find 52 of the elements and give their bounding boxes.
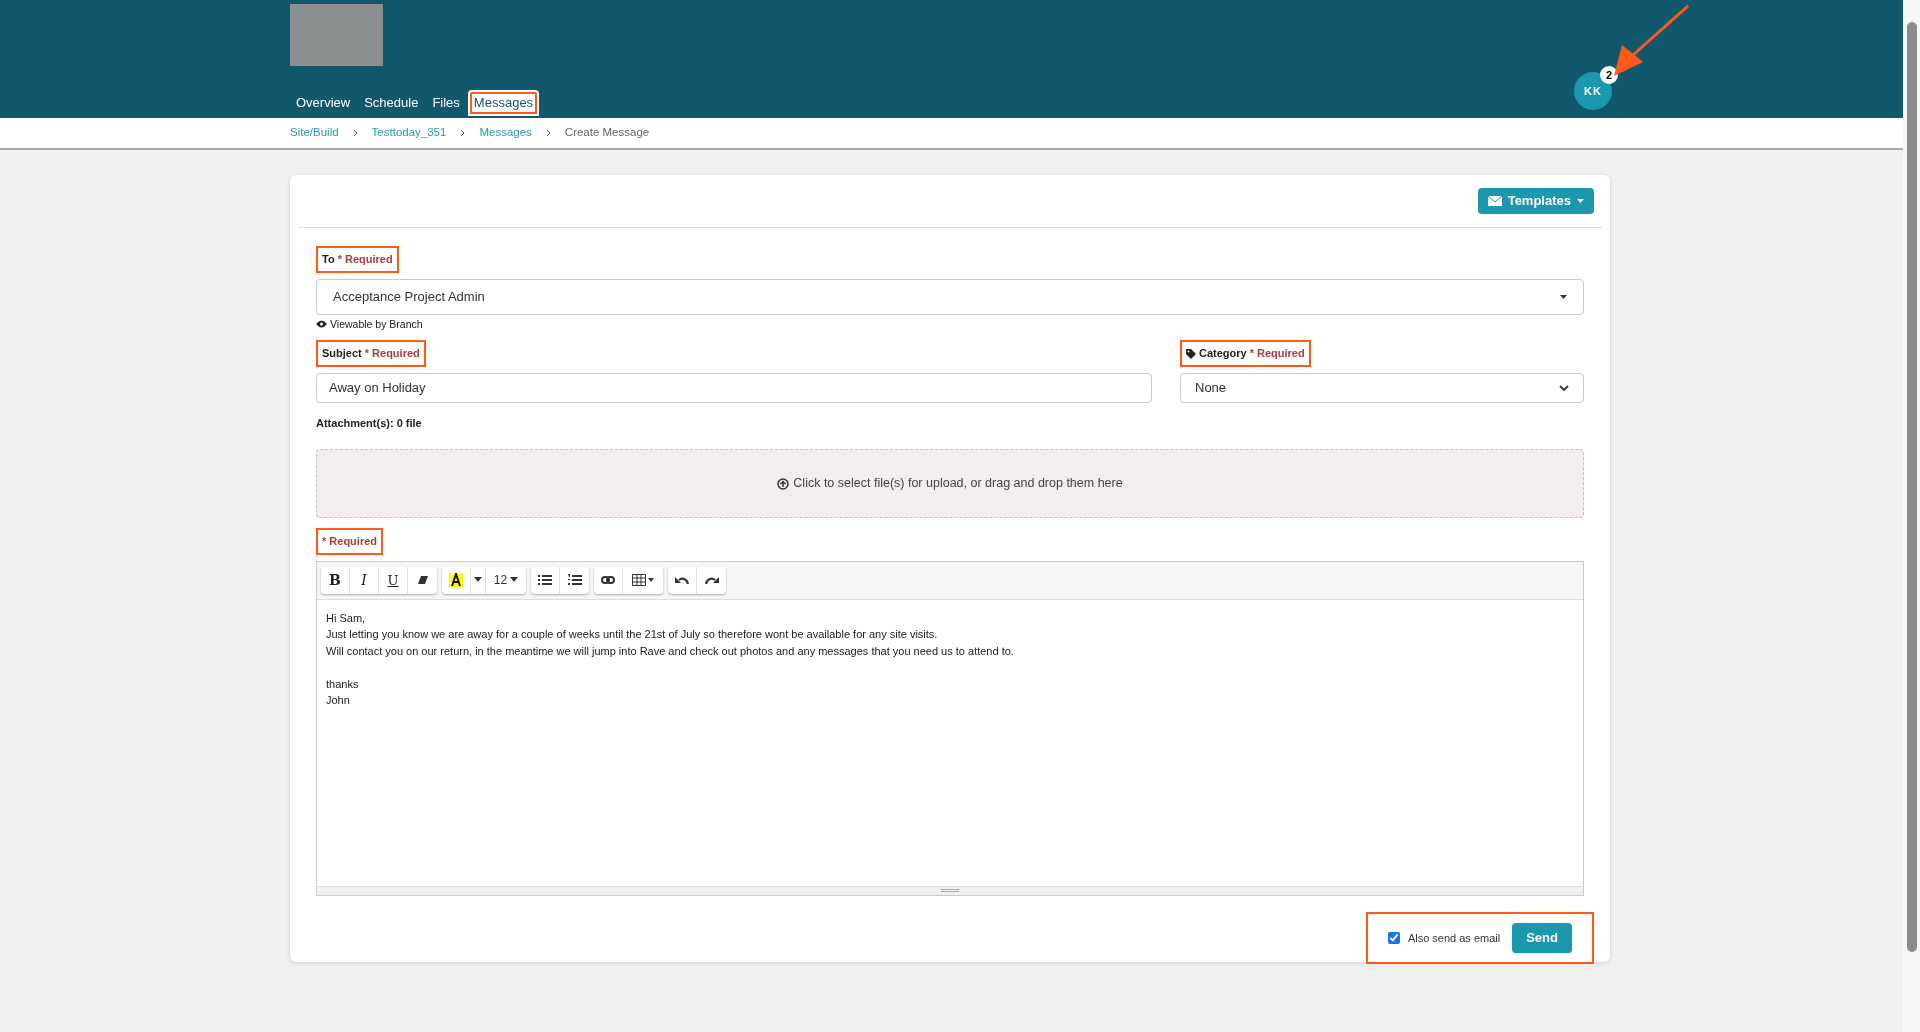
- breadcrumb-link[interactable]: Messages: [479, 124, 532, 142]
- nav-tab[interactable]: Overview: [290, 90, 357, 116]
- eye-icon: [316, 320, 327, 329]
- breadcrumb-link[interactable]: Site/Build: [290, 124, 339, 142]
- upload-icon: [777, 477, 790, 490]
- numbered-list-icon: [567, 574, 582, 587]
- text-color-icon: [449, 573, 463, 588]
- bold-button[interactable]: B: [321, 566, 350, 594]
- chevron-icon: [352, 129, 358, 137]
- link-icon: [601, 576, 615, 585]
- italic-button[interactable]: I: [350, 566, 379, 594]
- nav-tab[interactable]: Messages: [467, 90, 540, 116]
- chevron-down-icon: [1559, 384, 1569, 391]
- label-text: To: [322, 252, 335, 267]
- tag-icon: [1186, 348, 1196, 359]
- label-text: Category: [1199, 346, 1247, 362]
- required-text: * Required: [1249, 346, 1305, 362]
- caret-icon: [474, 577, 482, 584]
- message-line: Will contact you on our return, in the meantime we will jump into Rave and check out photos and any messages that you need us to attend to.: [326, 643, 1015, 659]
- required-text: * Required: [316, 528, 383, 555]
- caret-icon: [1577, 199, 1584, 203]
- breadcrumb-link[interactable]: Testtoday_351: [371, 124, 447, 142]
- caret-icon: [1560, 294, 1567, 299]
- nav-tab[interactable]: Schedule: [358, 90, 425, 116]
- chevron-icon: [545, 129, 551, 137]
- attachments-label: Attachment(s): 0 file: [316, 415, 423, 431]
- message-line: Just letting you know we are away for a couple of weeks until the 21st of July so therefore wont be available for any site visits.: [326, 627, 939, 643]
- message-line: John: [326, 693, 351, 709]
- upload-dropzone[interactable]: Click to select file(s) for upload, or drag and drop them here: [316, 449, 1584, 519]
- label-text: Subject: [322, 346, 362, 362]
- bullet-list-icon: [538, 574, 552, 587]
- undo-icon: [675, 575, 689, 586]
- underline-button[interactable]: U: [379, 566, 408, 594]
- message-line: Hi Sam,: [326, 610, 367, 626]
- redo-icon: [704, 575, 719, 586]
- message-line: thanks: [326, 676, 360, 692]
- caret-icon: [510, 577, 519, 584]
- category-select[interactable]: None: [1180, 372, 1584, 403]
- eraser-icon: [416, 574, 429, 587]
- color-dropdown-button[interactable]: [471, 566, 486, 594]
- email-checkbox[interactable]: [1387, 931, 1400, 944]
- envelope-icon: [1487, 196, 1502, 206]
- subject-field[interactable]: Away on Holiday: [316, 372, 1152, 403]
- breadcrumb-current: Create Message: [564, 125, 650, 141]
- table-icon: [632, 574, 654, 587]
- nav-tab[interactable]: Files: [426, 90, 466, 116]
- recipient-select[interactable]: Acceptance Project Admin: [316, 278, 1584, 315]
- required-text: * Required: [364, 346, 420, 362]
- visibility-note: Viewable by Branch: [330, 316, 423, 332]
- checkbox-label: Also send as email: [1407, 930, 1501, 946]
- required-text: * Required: [337, 252, 393, 267]
- chevron-icon: [460, 129, 466, 137]
